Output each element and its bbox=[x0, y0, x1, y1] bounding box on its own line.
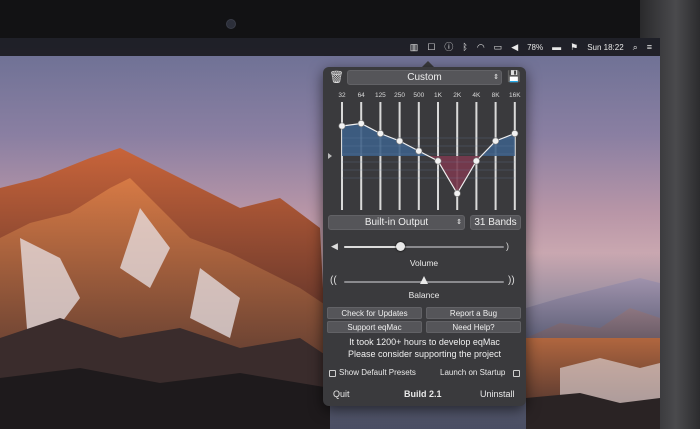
report-bug-button[interactable]: Report a Bug bbox=[426, 307, 521, 319]
launch-startup-label: Launch on Startup bbox=[440, 368, 506, 377]
menu-bar: ▥ ☐ ⓘ ᛒ ◠ ▭ ◀ 78% ▬ ⚑ Sun 18:22 ⌕ ≡ bbox=[0, 38, 660, 56]
battery-percent[interactable]: 78% bbox=[527, 43, 543, 52]
speaker-icon[interactable]: ◀ bbox=[511, 38, 518, 56]
band-slider-knob[interactable] bbox=[511, 129, 519, 137]
frequency-label: 8K bbox=[491, 92, 500, 99]
frequency-label: 16K bbox=[509, 92, 521, 99]
volume-low-icon: ◀ bbox=[331, 241, 338, 251]
eq-graph[interactable] bbox=[326, 100, 523, 212]
band-slider-knob[interactable] bbox=[357, 119, 365, 127]
quit-button[interactable]: Quit bbox=[333, 389, 350, 399]
bands-label: 31 Bands bbox=[474, 217, 517, 228]
frequency-label: 32 bbox=[338, 92, 346, 99]
output-device-label: Built-in Output bbox=[364, 217, 429, 228]
band-slider-knob[interactable] bbox=[396, 137, 404, 145]
volume-high-icon: ) bbox=[506, 241, 509, 251]
eqmac-menu-icon[interactable]: ▥ bbox=[410, 38, 419, 56]
notification-center-icon[interactable]: ≡ bbox=[647, 38, 652, 56]
frequency-label: 1K bbox=[434, 92, 442, 99]
show-presets-label: Show Default Presets bbox=[339, 368, 416, 377]
band-slider-knob[interactable] bbox=[434, 157, 442, 165]
frequency-label: 2K bbox=[453, 92, 462, 99]
balance-slider-knob[interactable] bbox=[420, 276, 428, 284]
flag-icon[interactable]: ⚑ bbox=[570, 38, 578, 56]
launch-startup-checkbox[interactable] bbox=[513, 370, 520, 377]
balance-right-icon: )) bbox=[508, 275, 515, 286]
info-icon[interactable]: ⓘ bbox=[444, 38, 453, 56]
airplay-icon[interactable]: ▭ bbox=[494, 38, 503, 56]
clock[interactable]: Sun 18:22 bbox=[587, 43, 623, 52]
window-icon[interactable]: ☐ bbox=[427, 38, 435, 56]
check-updates-button[interactable]: Check for Updates bbox=[327, 307, 422, 319]
band-slider-knob[interactable] bbox=[415, 147, 423, 155]
balance-left-icon: (( bbox=[330, 275, 337, 286]
show-presets-checkbox[interactable] bbox=[329, 370, 336, 377]
spotlight-search-icon[interactable]: ⌕ bbox=[633, 38, 638, 56]
support-message-line1: It took 1200+ hours to develop eqMac bbox=[349, 337, 500, 347]
zero-marker-icon bbox=[328, 153, 332, 159]
band-slider-knob[interactable] bbox=[472, 157, 480, 165]
build-label: Build 2.1 bbox=[404, 389, 442, 399]
band-slider-knob[interactable] bbox=[376, 129, 384, 137]
wifi-icon[interactable]: ◠ bbox=[477, 38, 485, 56]
support-button[interactable]: Support eqMac bbox=[327, 321, 422, 333]
trash-icon[interactable]: 🗑 bbox=[329, 70, 344, 84]
preset-select[interactable]: Custom ⇕ bbox=[347, 70, 502, 85]
output-device-select[interactable]: Built-in Output ⇕ bbox=[328, 215, 465, 230]
volume-fill bbox=[344, 246, 400, 248]
eq-boost-area bbox=[342, 123, 515, 156]
battery-icon[interactable]: ▬ bbox=[552, 38, 561, 56]
camera bbox=[226, 19, 236, 29]
band-slider-knob[interactable] bbox=[453, 190, 461, 198]
band-slider-knob[interactable] bbox=[492, 137, 500, 145]
band-slider-knob[interactable] bbox=[338, 122, 346, 130]
frequency-label: 4K bbox=[472, 92, 481, 99]
bluetooth-icon[interactable]: ᛒ bbox=[462, 38, 467, 56]
save-icon[interactable]: 💾 bbox=[507, 70, 521, 84]
bands-button[interactable]: 31 Bands bbox=[470, 215, 521, 230]
preset-label: Custom bbox=[407, 72, 442, 83]
frequency-label: 500 bbox=[413, 92, 425, 99]
support-message-line2: Please consider supporting the project bbox=[347, 349, 502, 359]
volume-label: Volume bbox=[409, 258, 439, 268]
help-button[interactable]: Need Help? bbox=[426, 321, 521, 333]
uninstall-button[interactable]: Uninstall bbox=[480, 389, 515, 399]
balance-label: Balance bbox=[408, 290, 440, 300]
frequency-label: 64 bbox=[357, 92, 365, 99]
frequency-label: 125 bbox=[374, 92, 386, 99]
select-arrows-icon: ⇕ bbox=[493, 74, 499, 81]
frequency-label: 250 bbox=[394, 92, 406, 99]
volume-slider-knob[interactable] bbox=[395, 242, 405, 251]
select-arrows-icon: ⇕ bbox=[456, 219, 462, 226]
